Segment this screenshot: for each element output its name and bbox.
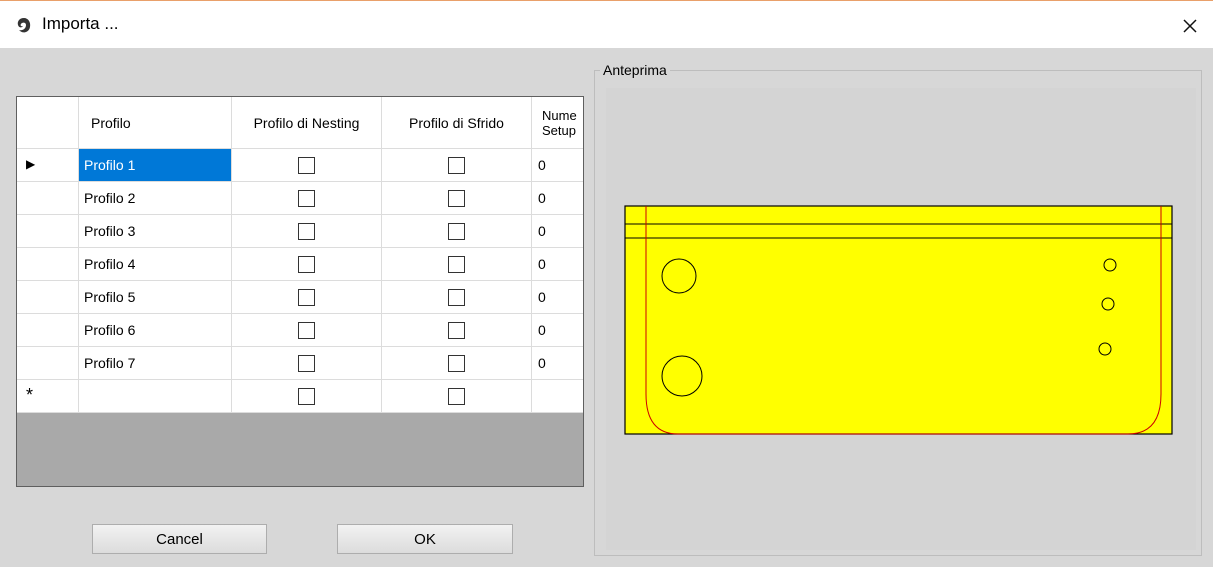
sfrido-cell (382, 380, 532, 413)
numero-setup-cell[interactable]: 0 (532, 314, 583, 347)
profile-shape (624, 205, 1173, 435)
sfrido-checkbox[interactable] (448, 355, 465, 372)
window-title: Importa ... (42, 14, 119, 33)
profilo-cell[interactable]: Profilo 1 (79, 149, 232, 182)
profilo-cell[interactable] (79, 380, 232, 413)
grid-corner-header[interactable] (17, 97, 79, 149)
profilo-cell[interactable]: Profilo 4 (79, 248, 232, 281)
numero-setup-cell[interactable]: 0 (532, 248, 583, 281)
row-header[interactable] (17, 182, 79, 215)
numero-setup-cell[interactable]: 0 (532, 149, 583, 182)
numero-setup-cell[interactable] (532, 380, 583, 413)
profile-outline (624, 205, 1173, 435)
app-icon (17, 18, 31, 33)
nesting-checkbox[interactable] (298, 256, 315, 273)
column-header-numero-setup[interactable]: Nume Setup (532, 97, 583, 149)
nesting-checkbox[interactable] (298, 355, 315, 372)
title-bar: Importa ... (0, 0, 1213, 48)
sfrido-cell (382, 281, 532, 314)
profilo-cell[interactable]: Profilo 6 (79, 314, 232, 347)
row-header[interactable]: ▶ (17, 149, 79, 182)
column-header-sfrido[interactable]: Profilo di Sfrido (382, 97, 532, 149)
numero-setup-cell[interactable]: 0 (532, 182, 583, 215)
column-header-nesting[interactable]: Profilo di Nesting (232, 97, 382, 149)
sfrido-checkbox[interactable] (448, 388, 465, 405)
row-header[interactable] (17, 215, 79, 248)
nesting-cell (232, 380, 382, 413)
grid-header-row: Profilo Profilo di Nesting Profilo di Sf… (17, 97, 583, 149)
column-header-profilo[interactable]: Profilo (79, 97, 232, 149)
profilo-cell[interactable]: Profilo 2 (79, 182, 232, 215)
sfrido-checkbox[interactable] (448, 256, 465, 273)
sfrido-cell (382, 347, 532, 380)
profilo-cell[interactable]: Profilo 5 (79, 281, 232, 314)
numero-setup-cell[interactable]: 0 (532, 281, 583, 314)
nesting-checkbox[interactable] (298, 157, 315, 174)
sfrido-cell (382, 182, 532, 215)
sfrido-cell (382, 248, 532, 281)
profilo-cell[interactable]: Profilo 3 (79, 215, 232, 248)
nesting-cell (232, 149, 382, 182)
new-row-indicator-icon: * (26, 385, 34, 405)
row-header[interactable]: * (17, 380, 79, 413)
nesting-cell (232, 281, 382, 314)
nesting-cell (232, 314, 382, 347)
nesting-checkbox[interactable] (298, 388, 315, 405)
nesting-checkbox[interactable] (298, 223, 315, 240)
row-header[interactable] (17, 347, 79, 380)
nesting-cell (232, 215, 382, 248)
nesting-cell (232, 248, 382, 281)
numero-setup-cell[interactable]: 0 (532, 215, 583, 248)
sfrido-checkbox[interactable] (448, 289, 465, 306)
sfrido-checkbox[interactable] (448, 322, 465, 339)
sfrido-checkbox[interactable] (448, 190, 465, 207)
sfrido-cell (382, 215, 532, 248)
nesting-checkbox[interactable] (298, 190, 315, 207)
row-header[interactable] (17, 281, 79, 314)
nesting-checkbox[interactable] (298, 289, 315, 306)
sfrido-cell (382, 149, 532, 182)
sfrido-checkbox[interactable] (448, 223, 465, 240)
close-icon[interactable] (1178, 14, 1202, 38)
sfrido-checkbox[interactable] (448, 157, 465, 174)
current-row-indicator-icon: ▶ (26, 157, 36, 171)
ok-button[interactable]: OK (337, 524, 513, 554)
row-header[interactable] (17, 248, 79, 281)
sfrido-cell (382, 314, 532, 347)
profilo-cell[interactable]: Profilo 7 (79, 347, 232, 380)
preview-label: Anteprima (600, 62, 670, 78)
profiles-grid[interactable]: Profilo Profilo di Nesting Profilo di Sf… (16, 96, 584, 487)
preview-drawing (624, 205, 1173, 435)
numero-setup-cell[interactable]: 0 (532, 347, 583, 380)
nesting-cell (232, 182, 382, 215)
row-header[interactable] (17, 314, 79, 347)
nesting-cell (232, 347, 382, 380)
nesting-checkbox[interactable] (298, 322, 315, 339)
cancel-button[interactable]: Cancel (92, 524, 267, 554)
